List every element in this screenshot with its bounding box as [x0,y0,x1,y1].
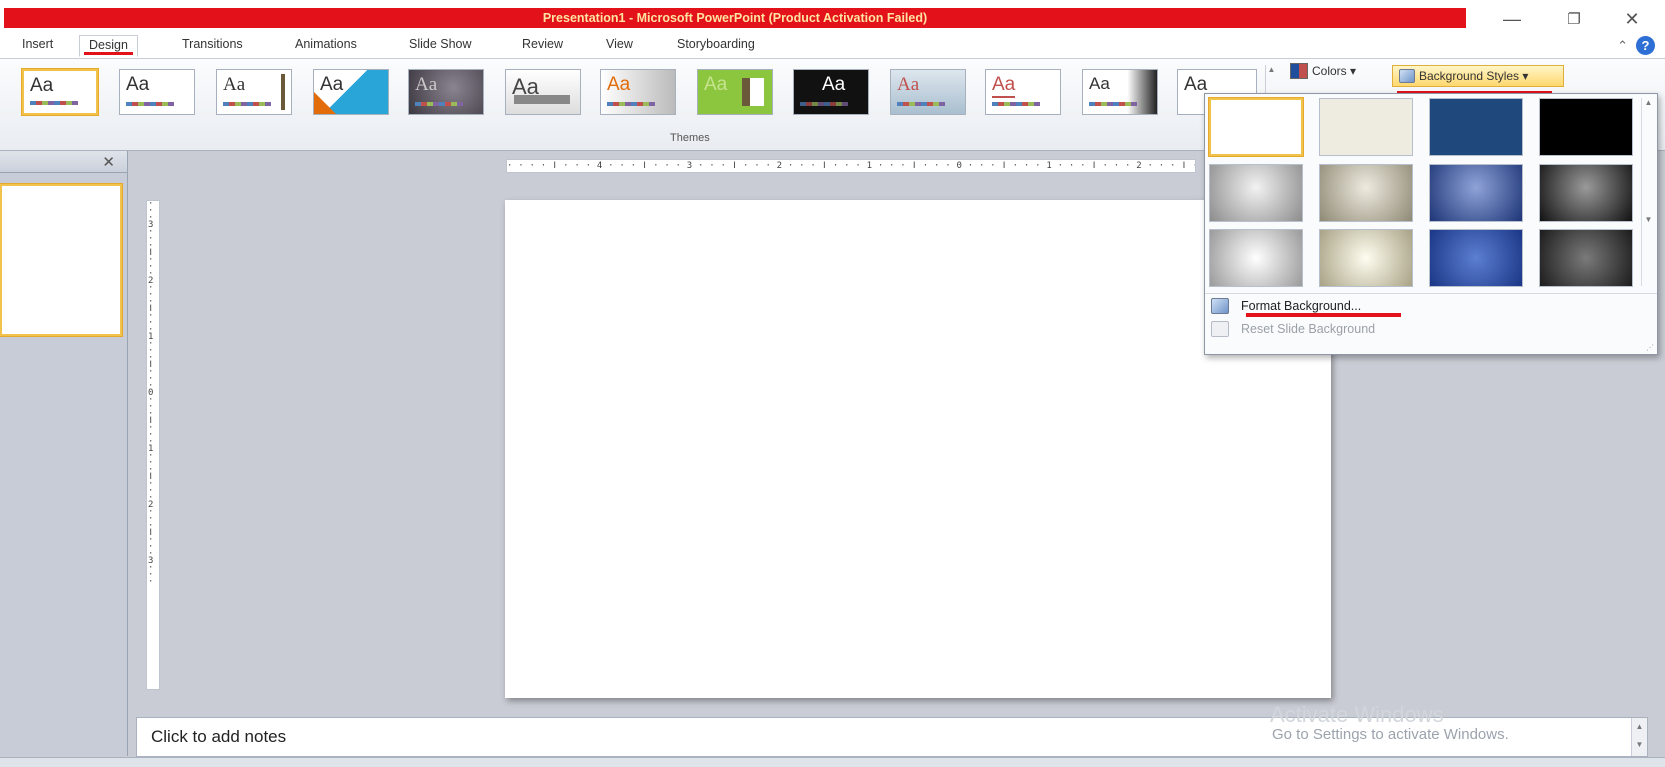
ribbon-tabs: Insert Design Transitions Animations Sli… [0,33,1665,59]
theme-austin[interactable]: Aa [408,69,484,115]
slides-pane-header: ✕ [0,151,127,173]
tab-review[interactable]: Review [516,37,569,51]
window-title: Presentation1 - Microsoft PowerPoint (Pr… [542,11,928,25]
horizontal-ruler: · · · · ǀ · · · 4 · · · ǀ · · · 3 · · · … [506,159,1196,173]
activation-watermark-title: Activate Windows [1270,702,1444,727]
format-background-underline-annotation [1246,313,1401,317]
background-style-7[interactable] [1429,164,1523,222]
tab-slide-show[interactable]: Slide Show [403,37,478,51]
reset-slide-background-item: Reset Slide Background [1211,321,1375,337]
theme-sample: Aa [992,74,1016,98]
tab-insert[interactable]: Insert [16,37,59,51]
background-styles-label: Background Styles ▾ [1419,69,1529,83]
menu-separator [1205,293,1657,294]
reset-background-icon [1211,321,1229,337]
restore-icon[interactable]: ❐ [1554,6,1594,32]
themes-group-label: Themes [670,132,710,144]
help-icon[interactable]: ? [1636,36,1655,55]
background-style-1[interactable] [1209,98,1303,156]
background-style-10[interactable] [1319,229,1413,287]
colors-label: Colors ▾ [1312,64,1357,78]
theme-elemental[interactable]: Aa [985,69,1061,115]
theme-sample: Aa [822,74,846,95]
tab-design-label: Design [89,38,128,52]
theme-adjacency[interactable]: Aa [119,69,195,115]
tab-view[interactable]: View [600,37,639,51]
background-style-2[interactable] [1319,98,1413,156]
theme-accent [281,74,285,110]
theme-composite[interactable]: Aa [793,69,869,115]
theme-angles[interactable]: Aa [216,69,292,115]
close-pane-icon[interactable]: ✕ [102,153,115,171]
reset-background-label: Reset Slide Background [1241,322,1376,336]
activation-watermark-text: Go to Settings to activate Windows. [1272,726,1509,743]
theme-accent [742,78,764,106]
background-style-11[interactable] [1429,229,1523,287]
theme-colors [897,102,945,106]
theme-sample: Aa [415,74,438,95]
theme-sample: Aa [126,74,150,95]
tab-storyboarding[interactable]: Storyboarding [671,37,761,51]
theme-accent [314,92,336,114]
theme-colors [800,102,848,106]
background-style-5[interactable] [1209,164,1303,222]
theme-civic[interactable]: Aa [600,69,676,115]
colors-icon [1290,63,1308,79]
close-icon[interactable]: ✕ [1612,6,1652,32]
tab-design[interactable]: Design [79,35,138,57]
format-background-icon [1211,298,1229,314]
theme-clarity[interactable]: Aa [697,69,773,115]
background-style-9[interactable] [1209,229,1303,287]
background-style-6[interactable] [1319,164,1413,222]
background-style-3[interactable] [1429,98,1523,156]
background-styles-button[interactable]: Background Styles ▾ [1392,65,1564,87]
theme-office[interactable]: Aa [22,69,98,115]
background-styles-icon [1399,69,1415,83]
slides-pane: ✕ [0,151,128,756]
colors-button[interactable]: Colors ▾ [1290,63,1356,79]
theme-sample: Aa [30,75,54,96]
theme-accent [514,95,570,104]
theme-colors [415,102,463,106]
resize-grip-icon[interactable]: ⋰ [1646,343,1654,352]
theme-sample: Aa [223,74,246,95]
notes-placeholder: Click to add notes [151,727,287,746]
theme-sample: Aa [1089,74,1110,93]
theme-sample: Aa [607,74,631,95]
background-style-8[interactable] [1539,164,1633,222]
theme-concourse[interactable]: Aa [890,69,966,115]
tab-transitions[interactable]: Transitions [176,37,249,51]
notes-scrollbar[interactable]: ▲ ▼ [1631,718,1647,756]
theme-equity[interactable]: Aa [1082,69,1158,115]
theme-colors [992,102,1040,106]
format-background-item[interactable]: Format Background... [1211,298,1361,314]
theme-colors [607,102,655,106]
theme-colors [126,102,174,106]
status-bar [0,757,1665,767]
theme-black-tie[interactable]: Aa [505,69,581,115]
design-underline-annotation [84,52,133,55]
background-style-4[interactable] [1539,98,1633,156]
slide-thumbnail-1[interactable] [0,184,122,336]
theme-colors [1089,102,1137,106]
help-area: ⌃ ? [1617,36,1655,55]
vertical-ruler-marks: · · · 3 · · · ǀ · · · 2 · · · ǀ · · · 1 … [148,200,154,587]
theme-sample: Aa [704,74,728,95]
minimize-icon[interactable]: — [1492,6,1532,32]
collapse-ribbon-icon[interactable]: ⌃ [1617,38,1628,54]
format-background-label: Format Background... [1241,299,1362,313]
vertical-ruler: · · · 3 · · · ǀ · · · 2 · · · ǀ · · · 1 … [146,200,160,690]
theme-colors [223,102,271,106]
background-style-12[interactable] [1539,229,1633,287]
theme-sample: Aa [897,74,920,95]
background-menu-scroll[interactable]: ▲ ▼ [1641,98,1655,286]
title-bar: Presentation1 - Microsoft PowerPoint (Pr… [0,0,1665,33]
theme-apex[interactable]: Aa [313,69,389,115]
tab-animations[interactable]: Animations [289,37,363,51]
theme-colors [30,101,78,105]
